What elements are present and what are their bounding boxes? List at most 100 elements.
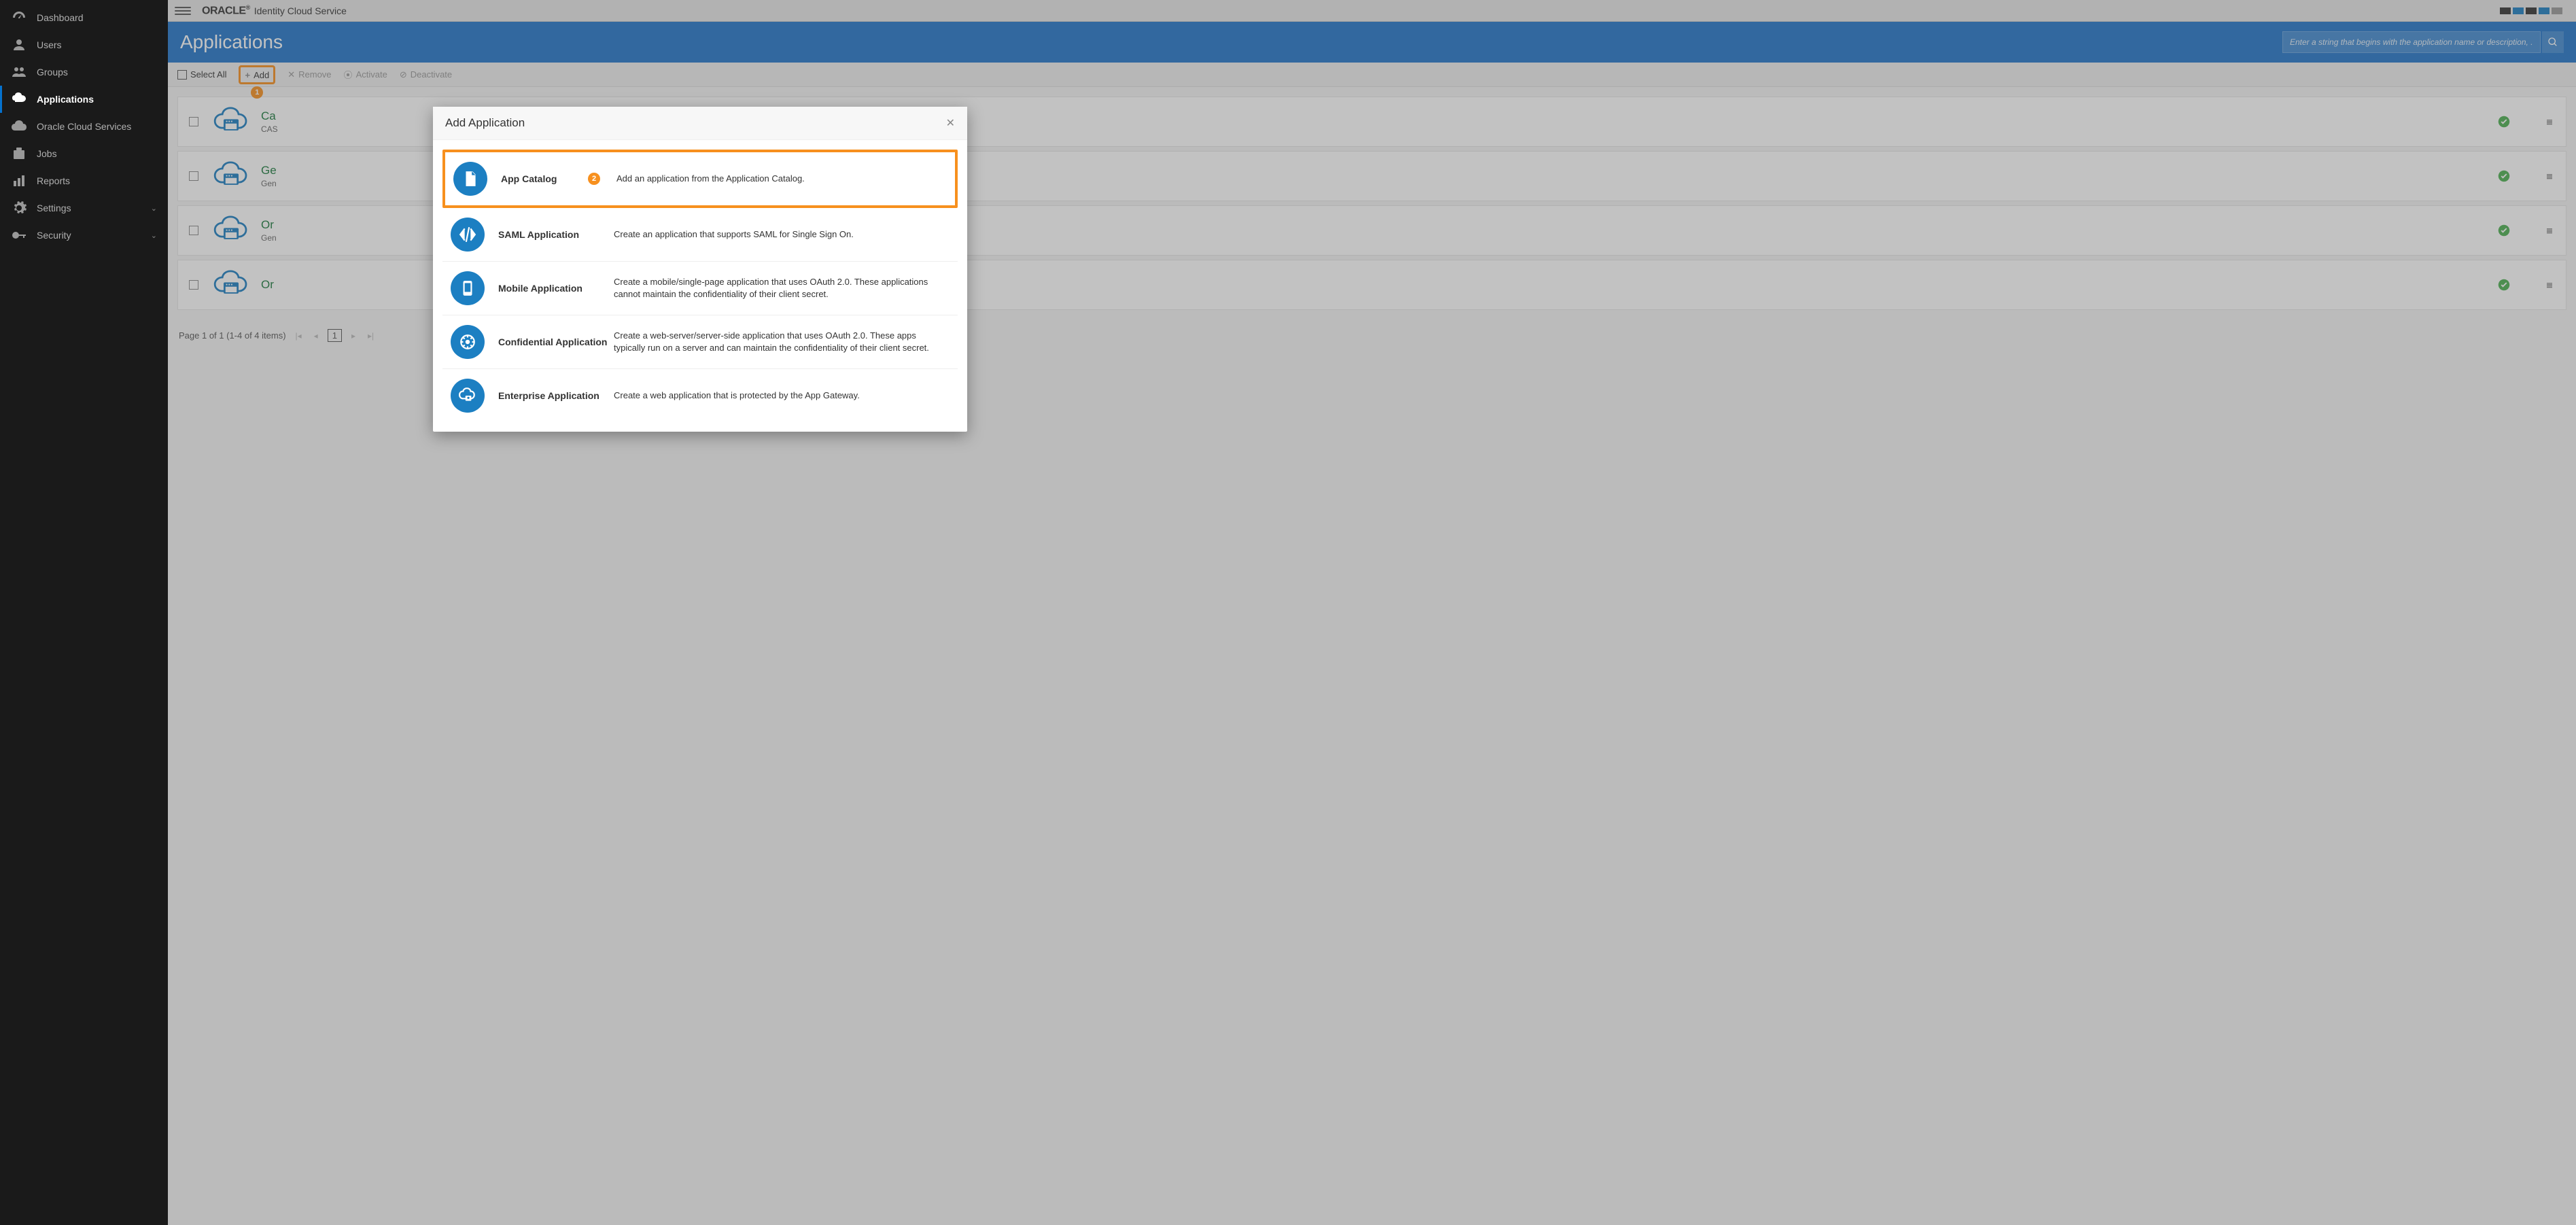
- modal-option-enterprise-application[interactable]: Enterprise ApplicationCreate a web appli…: [442, 369, 958, 422]
- activate-label: Activate: [356, 69, 387, 80]
- option-title: Confidential Application: [498, 337, 614, 347]
- app-title: Ge: [261, 164, 277, 177]
- topbar: ORACLE® Identity Cloud Service: [168, 0, 2576, 22]
- row-checkbox[interactable]: [189, 280, 198, 290]
- app-subtitle: CAS: [261, 124, 278, 134]
- status-active-icon: [2498, 279, 2510, 291]
- gear-icon: [11, 201, 27, 215]
- cloud-icon: [11, 120, 27, 133]
- sidebar: Dashboard Users Groups Applications Orac…: [0, 0, 168, 1225]
- x-icon: ✕: [288, 69, 295, 80]
- app-title: Or: [261, 278, 274, 292]
- groups-icon: [11, 65, 27, 79]
- option-icon: [451, 379, 485, 413]
- sidebar-item-label: Users: [37, 39, 157, 50]
- option-description: Create a mobile/single-page application …: [614, 276, 950, 300]
- add-button[interactable]: + Add: [245, 70, 269, 80]
- row-checkbox[interactable]: [189, 117, 198, 126]
- sidebar-item-settings[interactable]: Settings ⌄: [0, 194, 168, 222]
- delete-icon[interactable]: [2544, 171, 2555, 181]
- app-subtitle: Gen: [261, 233, 277, 243]
- sidebar-item-label: Jobs: [37, 148, 157, 159]
- modal-option-mobile-application[interactable]: Mobile ApplicationCreate a mobile/single…: [442, 262, 958, 315]
- page-prev[interactable]: ◂: [311, 331, 321, 341]
- modal-title: Add Application: [445, 116, 946, 130]
- key-icon: [11, 228, 27, 242]
- remove-button[interactable]: ✕ Remove: [288, 69, 331, 80]
- page-first[interactable]: |◂: [293, 331, 304, 341]
- row-checkbox[interactable]: [189, 171, 198, 181]
- delete-icon[interactable]: [2544, 117, 2555, 126]
- delete-icon[interactable]: [2544, 280, 2555, 290]
- chevron-down-icon: ⌄: [151, 231, 157, 240]
- search-input[interactable]: [2282, 31, 2541, 53]
- page-header: Applications: [168, 22, 2576, 63]
- main-area: ORACLE® Identity Cloud Service Applicati…: [168, 0, 2576, 1225]
- option-title: Mobile Application: [498, 283, 614, 294]
- activate-button[interactable]: ⦿ Activate: [344, 68, 387, 81]
- row-checkbox[interactable]: [189, 226, 198, 235]
- sidebar-item-jobs[interactable]: Jobs: [0, 140, 168, 167]
- modal-option-saml-application[interactable]: SAML ApplicationCreate an application th…: [442, 208, 958, 262]
- search-icon: [2547, 37, 2558, 48]
- modal-option-app-catalog[interactable]: App CatalogAdd an application from the A…: [442, 150, 958, 208]
- jobs-icon: [11, 147, 27, 160]
- dashboard-icon: [11, 11, 27, 24]
- sidebar-item-users[interactable]: Users: [0, 31, 168, 58]
- add-label: Add: [254, 70, 269, 80]
- sidebar-item-label: Security: [37, 230, 151, 241]
- sidebar-item-label: Oracle Cloud Services: [37, 121, 157, 132]
- menu-toggle[interactable]: [175, 3, 191, 19]
- product-name: Identity Cloud Service: [254, 5, 347, 16]
- sidebar-item-label: Applications: [37, 94, 157, 105]
- app-title: Or: [261, 218, 277, 232]
- pagination-text: Page 1 of 1 (1-4 of 4 items): [179, 330, 286, 341]
- deactivate-label: Deactivate: [411, 69, 452, 80]
- option-title: Enterprise Application: [498, 390, 614, 401]
- page-last[interactable]: ▸|: [365, 331, 377, 341]
- chevron-down-icon: ⌄: [151, 204, 157, 213]
- deactivate-button[interactable]: ⊘ Deactivate: [400, 69, 452, 80]
- modal-close-button[interactable]: ✕: [946, 116, 955, 130]
- slash-circle-icon: ⊘: [400, 69, 407, 80]
- checkbox-icon: [177, 70, 187, 80]
- callout-badge-2: 2: [588, 173, 600, 185]
- app-icon: [212, 215, 250, 245]
- users-icon: [11, 38, 27, 52]
- option-icon: [451, 271, 485, 305]
- page-title: Applications: [180, 31, 2282, 53]
- applications-icon: [11, 92, 27, 106]
- option-icon: [451, 325, 485, 359]
- status-active-icon: [2498, 224, 2510, 237]
- modal-body: App CatalogAdd an application from the A…: [433, 140, 967, 432]
- option-description: Add an application from the Application …: [616, 173, 805, 185]
- status-active-icon: [2498, 116, 2510, 128]
- sidebar-item-label: Groups: [37, 67, 157, 77]
- sidebar-item-oracle-cloud[interactable]: Oracle Cloud Services: [0, 113, 168, 140]
- option-icon: [453, 162, 487, 196]
- page-next[interactable]: ▸: [349, 331, 358, 341]
- delete-icon[interactable]: [2544, 226, 2555, 235]
- status-active-icon: [2498, 170, 2510, 182]
- option-description: Create a web-server/server-side applicat…: [614, 330, 950, 354]
- add-application-modal: Add Application ✕ App CatalogAdd an appl…: [433, 107, 967, 432]
- toolbar: Select All + Add 1 ✕ Remove ⦿ Activate ⊘…: [168, 63, 2576, 87]
- app-icon: [212, 107, 250, 137]
- modal-option-confidential-application[interactable]: Confidential ApplicationCreate a web-ser…: [442, 315, 958, 369]
- brand-logo: ORACLE®: [202, 4, 250, 17]
- sidebar-item-reports[interactable]: Reports: [0, 167, 168, 194]
- search-button[interactable]: [2542, 31, 2564, 53]
- sidebar-item-dashboard[interactable]: Dashboard: [0, 4, 168, 31]
- sidebar-item-applications[interactable]: Applications: [0, 86, 168, 113]
- plus-icon: +: [245, 70, 250, 80]
- decorative-stripes: [2500, 7, 2562, 14]
- sidebar-item-security[interactable]: Security ⌄: [0, 222, 168, 249]
- sidebar-item-label: Dashboard: [37, 12, 157, 23]
- option-description: Create a web application that is protect…: [614, 390, 860, 402]
- app-icon: [212, 270, 250, 300]
- callout-badge-1: 1: [251, 86, 263, 99]
- sidebar-item-groups[interactable]: Groups: [0, 58, 168, 86]
- app-subtitle: Gen: [261, 179, 277, 188]
- option-description: Create an application that supports SAML…: [614, 228, 854, 241]
- select-all-checkbox[interactable]: Select All: [177, 69, 226, 80]
